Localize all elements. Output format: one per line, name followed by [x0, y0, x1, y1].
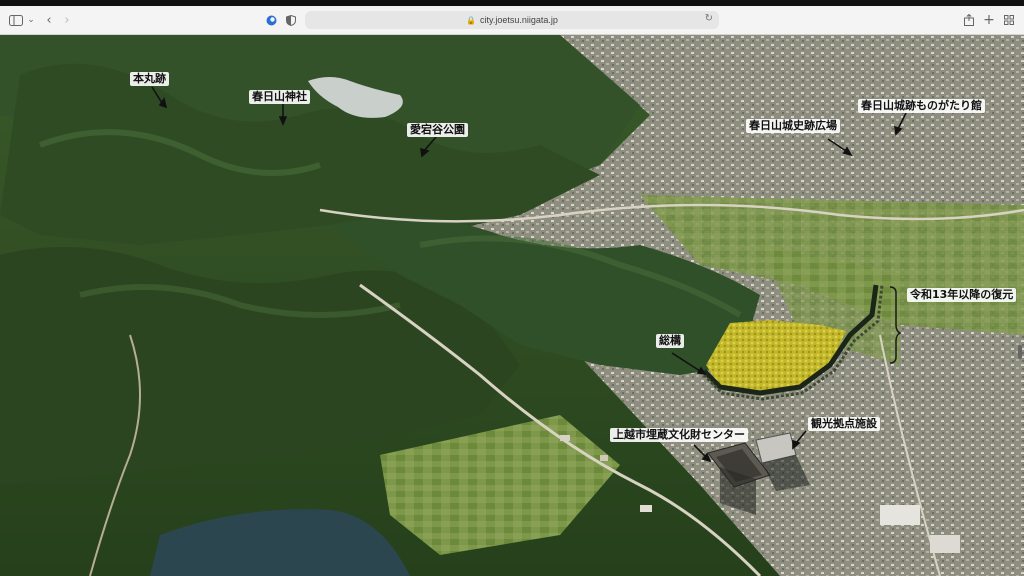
- label-story-hall: 春日山城跡ものがたり館: [858, 99, 985, 113]
- label-atagodani-park: 愛宕谷公園: [407, 123, 468, 137]
- sidebar-icon[interactable]: [8, 6, 24, 34]
- new-tab-icon[interactable]: +: [982, 6, 996, 34]
- back-icon[interactable]: ‹: [42, 6, 56, 34]
- browser-toolbar: ⌄ ‹ › 🔒 city.joetsu.niigata.jp ↻ +: [0, 6, 1024, 35]
- lock-icon: 🔒: [466, 15, 477, 25]
- chevron-down-icon[interactable]: ⌄: [26, 6, 36, 34]
- label-kasugayama-shrine: 春日山神社: [249, 90, 310, 104]
- extension-icon[interactable]: [264, 6, 278, 34]
- label-restoration: 令和13年以降の復元: [907, 288, 1017, 302]
- label-honmaru: 本丸跡: [130, 72, 169, 86]
- label-cultural-center: 上越市埋蔵文化財センター: [610, 428, 748, 442]
- label-historic-plaza: 春日山城史跡広場: [746, 119, 840, 133]
- scrollbar-thumb[interactable]: [1018, 345, 1022, 359]
- aerial-map-view[interactable]: 本丸跡 春日山神社 愛宕谷公園 春日山城史跡広場 春日山城跡ものがたり館 令和1…: [0, 35, 1024, 576]
- aerial-terrain-illustration: [0, 35, 1024, 576]
- address-bar[interactable]: 🔒 city.joetsu.niigata.jp ↻: [305, 11, 719, 29]
- forward-icon[interactable]: ›: [60, 6, 74, 34]
- tab-overview-icon[interactable]: [1002, 6, 1016, 34]
- label-tourism-facility: 観光拠点施設: [808, 417, 880, 431]
- share-icon[interactable]: [962, 6, 976, 34]
- label-sougamae: 総構: [656, 334, 684, 348]
- reload-icon[interactable]: ↻: [705, 13, 713, 24]
- url-text: city.joetsu.niigata.jp: [480, 15, 558, 25]
- shield-icon[interactable]: [284, 6, 298, 34]
